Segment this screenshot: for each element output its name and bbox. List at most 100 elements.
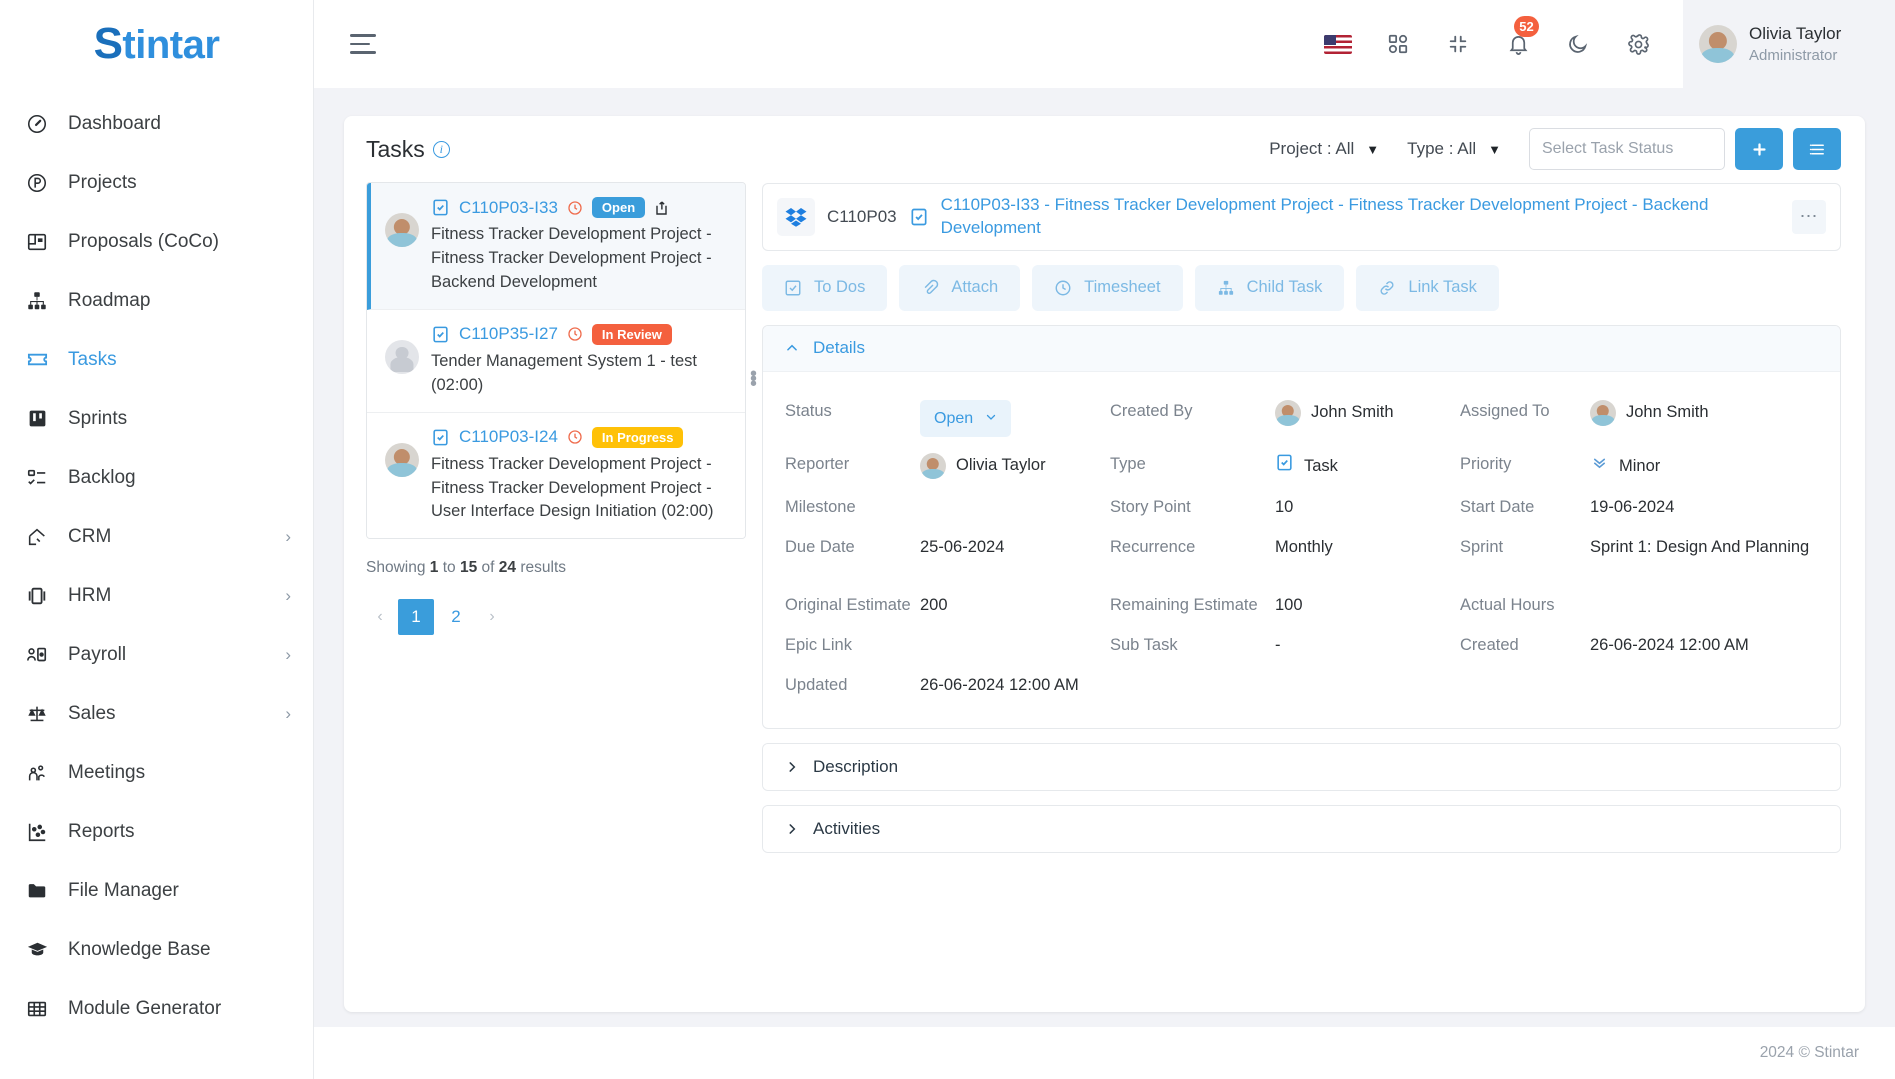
- sidebar-item-knowledge-base[interactable]: Knowledge Base: [0, 920, 313, 979]
- task-key[interactable]: C110P35-I27: [459, 324, 558, 344]
- list-view-button[interactable]: [1793, 128, 1841, 170]
- pagination-next[interactable]: ›: [478, 599, 506, 635]
- sidebar-item-crm[interactable]: CRM ›: [0, 507, 313, 566]
- language-selector[interactable]: [1323, 29, 1353, 59]
- task-key[interactable]: C110P03-I24: [459, 427, 558, 447]
- tab-attach[interactable]: Attach: [899, 264, 1021, 311]
- task-list-resize-handle[interactable]: • • •: [750, 364, 757, 394]
- status-dropdown[interactable]: Open: [920, 399, 1012, 438]
- description-panel-header[interactable]: Description: [763, 743, 1840, 790]
- field-value-story-point: 10: [1275, 497, 1294, 516]
- tab-child-task[interactable]: Child Task: [1194, 264, 1345, 311]
- chevron-down-icon: [985, 407, 997, 430]
- pagination-page-2[interactable]: 2: [438, 599, 474, 635]
- type-filter-dropdown[interactable]: Type : All ▼: [1407, 139, 1501, 159]
- showing-of: of: [481, 559, 495, 577]
- people-icon: [24, 760, 50, 786]
- tab-timesheet[interactable]: Timesheet: [1032, 264, 1183, 311]
- task-item-meta: C110P03-I33 Open: [431, 197, 731, 218]
- settings-gear-icon[interactable]: [1623, 29, 1653, 59]
- task-list-item[interactable]: C110P03-I33 Open Fitness Tracker Develop…: [367, 183, 745, 310]
- dropbox-icon: [777, 197, 815, 236]
- type-value: Task: [1304, 456, 1338, 475]
- description-panel-title: Description: [813, 756, 899, 776]
- checklist-icon: [24, 465, 50, 491]
- task-detail-header: C110P03 C110P03-I33 - Fitness Tracker De…: [762, 183, 1841, 251]
- sidebar-item-projects[interactable]: Projects: [0, 153, 313, 212]
- field-label-sprint: Sprint: [1460, 537, 1504, 556]
- sidebar-item-roadmap[interactable]: Roadmap: [0, 271, 313, 330]
- field-label-reporter: Reporter: [785, 455, 850, 474]
- sidebar-item-proposals[interactable]: Proposals (CoCo): [0, 212, 313, 271]
- field-label-status: Status: [785, 401, 832, 420]
- grid-spacer: [785, 568, 1818, 586]
- top-bar: 52 Olivia Taylor Administrator: [314, 0, 1895, 88]
- info-icon[interactable]: i: [432, 140, 450, 158]
- sidebar-item-backlog[interactable]: Backlog: [0, 448, 313, 507]
- tab-todos[interactable]: To Dos: [762, 264, 888, 311]
- clock-icon: [567, 429, 583, 445]
- sidebar-item-sales[interactable]: Sales ›: [0, 684, 313, 743]
- hamburger-line: [350, 34, 376, 37]
- project-key[interactable]: C110P03: [827, 207, 897, 227]
- sidebar-item-meetings[interactable]: Meetings: [0, 743, 313, 802]
- sidebar-item-label: File Manager: [68, 879, 179, 901]
- field-label-actual-hours: Actual Hours: [1460, 595, 1555, 614]
- sidebar-item-file-manager[interactable]: File Manager: [0, 861, 313, 920]
- p-circle-icon: [24, 170, 50, 196]
- fullscreen-compress-icon[interactable]: [1443, 29, 1473, 59]
- chevron-right-icon: ›: [285, 644, 291, 664]
- field-value-assigned-to: John Smith: [1590, 392, 1818, 434]
- sidebar-item-hrm[interactable]: HRM ›: [0, 566, 313, 625]
- sidebar-item-dashboard[interactable]: Dashboard: [0, 94, 313, 153]
- task-key[interactable]: C110P03-I33: [459, 198, 558, 218]
- more-options-button[interactable]: ⋯: [1792, 199, 1826, 234]
- share-icon[interactable]: [654, 199, 672, 217]
- field-value-status: Open: [920, 392, 1110, 445]
- task-detail-title[interactable]: C110P03-I33 - Fitness Tracker Developmen…: [941, 194, 1780, 240]
- brand-logo[interactable]: Stintar: [0, 0, 313, 88]
- notifications-bell-icon[interactable]: 52: [1503, 16, 1539, 59]
- pagination-page-1[interactable]: 1: [398, 599, 434, 636]
- link-icon: [1378, 279, 1396, 297]
- tab-label: Attach: [951, 278, 999, 297]
- task-checkbox-icon: [431, 428, 450, 447]
- scale-icon: [24, 701, 50, 727]
- tab-label: To Dos: [814, 278, 866, 297]
- avatar: [385, 442, 419, 477]
- field-label-recurrence: Recurrence: [1110, 537, 1196, 556]
- sidebar-item-label: Knowledge Base: [68, 938, 211, 960]
- field-label-story-point: Story Point: [1110, 497, 1191, 516]
- task-item-meta: C110P03-I24 In Progress: [431, 426, 731, 448]
- hamburger-icon[interactable]: [350, 34, 384, 54]
- project-filter-dropdown[interactable]: Project : All ▼: [1269, 139, 1379, 159]
- task-status-select[interactable]: [1529, 128, 1725, 170]
- sidebar-item-label: Module Generator: [68, 997, 222, 1019]
- status-badge: In Progress: [591, 426, 684, 448]
- sidebar-item-tasks[interactable]: Tasks: [0, 330, 313, 389]
- assigned-to-name: John Smith: [1626, 402, 1709, 421]
- sidebar-item-payroll[interactable]: Payroll ›: [0, 625, 313, 684]
- user-profile-menu[interactable]: Olivia Taylor Administrator: [1683, 0, 1895, 88]
- pagination-prev[interactable]: ‹: [366, 599, 394, 635]
- sidebar-item-label: Projects: [68, 171, 137, 193]
- sidebar-item-reports[interactable]: Reports: [0, 802, 313, 861]
- task-title: Tender Management System 1 - test (02:00…: [431, 351, 697, 394]
- task-item-meta: C110P35-I27 In Review: [431, 323, 731, 345]
- activities-panel-header[interactable]: Activities: [763, 805, 1840, 852]
- apps-grid-icon[interactable]: [1383, 29, 1413, 59]
- sidebar-item-module-generator[interactable]: Module Generator: [0, 979, 313, 1038]
- tab-link-task[interactable]: Link Task: [1356, 264, 1499, 311]
- task-list-item[interactable]: C110P03-I24 In Progress Fitness Tracker …: [367, 412, 745, 539]
- theme-moon-icon[interactable]: [1563, 29, 1593, 59]
- sidebar-item-label: HRM: [68, 584, 112, 606]
- details-field-grid: Status Open Created By John Smith Assign…: [763, 372, 1840, 728]
- field-label-start-date: Start Date: [1460, 497, 1535, 516]
- sidebar-item-sprints[interactable]: Sprints: [0, 389, 313, 448]
- task-list-item[interactable]: C110P35-I27 In Review Tender Management …: [367, 309, 745, 413]
- field-label-updated: Updated: [785, 675, 848, 694]
- details-panel-header[interactable]: Details: [763, 325, 1840, 372]
- field-label-due-date: Due Date: [785, 537, 855, 556]
- add-task-button[interactable]: [1735, 128, 1783, 170]
- task-detail-column: C110P03 C110P03-I33 - Fitness Tracker De…: [746, 182, 1841, 1012]
